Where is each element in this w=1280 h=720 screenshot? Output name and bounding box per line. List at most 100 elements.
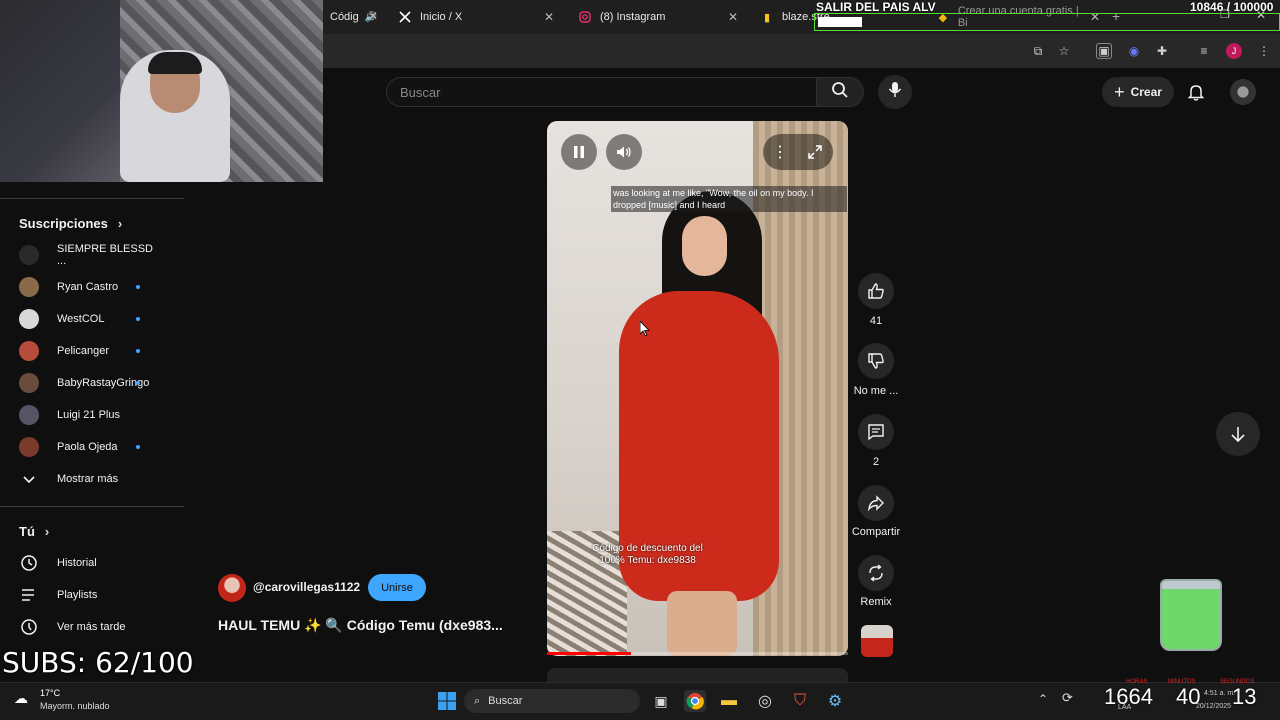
cast-icon[interactable]: ⧉ <box>1030 43 1046 59</box>
webcam-overlay <box>0 0 323 182</box>
sidebar-item-label: Playlists <box>57 589 98 601</box>
close-tab-icon[interactable]: ✕ <box>544 10 554 24</box>
channel-name: Pelicanger <box>57 345 109 357</box>
brave-icon[interactable]: ⛉ <box>789 690 811 712</box>
media-control-icon[interactable]: ≡ <box>1196 43 1212 59</box>
search-button[interactable] <box>816 77 864 107</box>
remix-button[interactable] <box>858 555 894 591</box>
sidebar-item-pelicanger[interactable]: Pelicanger <box>19 339 164 363</box>
plus-icon: + <box>1114 81 1125 102</box>
windows-start-icon[interactable] <box>436 690 458 712</box>
fullscreen-button[interactable] <box>797 134 833 170</box>
new-content-dot <box>136 349 140 353</box>
counter-label-horas: HORAS <box>1126 679 1148 685</box>
avatar <box>19 277 39 297</box>
counter-label-segundos: SEGUNDOS <box>1220 679 1255 685</box>
dislike-button[interactable] <box>858 343 894 379</box>
weather-icon[interactable]: ☁ <box>14 690 28 707</box>
sidebar-item-watch-later[interactable]: Ver más tarde <box>19 615 179 639</box>
steam-icon[interactable]: ⚙ <box>824 690 846 712</box>
video-progress-bar[interactable] <box>547 652 848 655</box>
close-tab-icon[interactable]: ✕ <box>368 9 378 23</box>
stream-goal-fill <box>818 17 862 27</box>
file-explorer-icon[interactable]: ▬ <box>718 690 740 712</box>
share-button[interactable] <box>858 485 894 521</box>
extension-icon[interactable]: ▣ <box>1096 43 1112 59</box>
search-icon: ⌕ <box>474 694 481 707</box>
next-short-preview[interactable] <box>547 668 848 682</box>
dislike-label: No me ... <box>853 385 899 397</box>
language-indicator[interactable]: LAA <box>1118 704 1131 711</box>
comments-button[interactable] <box>858 414 894 450</box>
stream-title: SALIR DEL PAIS ALV <box>816 0 936 14</box>
channel-handle[interactable]: @carovillegas1122 <box>253 580 360 594</box>
create-button[interactable]: + Crear <box>1102 77 1174 107</box>
weather-temp[interactable]: 17°C <box>40 688 60 698</box>
sidebar-item-history[interactable]: Historial <box>19 551 179 575</box>
app-icon[interactable]: ◎ <box>754 690 776 712</box>
volume-button[interactable] <box>606 134 642 170</box>
pause-button[interactable] <box>561 134 597 170</box>
task-view-icon[interactable]: ▣ <box>650 690 672 712</box>
create-label: Crear <box>1130 85 1162 99</box>
show-more-label: Mostrar más <box>57 473 119 485</box>
tab-x[interactable]: Inicio / X ✕ <box>390 4 562 30</box>
account-avatar[interactable] <box>1230 79 1256 105</box>
sidebar-item-babyrastaygringo[interactable]: BabyRastayGringo <box>19 371 164 395</box>
tray-app-icon[interactable]: ⟳ <box>1062 690 1073 706</box>
profile-avatar-icon[interactable]: J <box>1226 43 1242 59</box>
video-overlay-text: Código de descuento del 100% Temu: dxe98… <box>592 543 703 566</box>
history-icon <box>19 553 39 573</box>
tray-chevron-up-icon[interactable]: ⌃ <box>1038 692 1048 706</box>
volume-icon <box>617 146 631 158</box>
new-content-dot <box>136 285 140 289</box>
voice-search-button[interactable] <box>878 75 912 109</box>
new-content-dot <box>136 381 140 385</box>
extensions-puzzle-icon[interactable]: ✚ <box>1154 43 1170 59</box>
show-more-button[interactable]: Mostrar más <box>19 467 179 491</box>
video-title[interactable]: HAUL TEMU ✨ 🔍 Código Temu (dxe983... <box>218 617 538 634</box>
tab-instagram[interactable]: (8) Instagram ✕ <box>570 4 746 30</box>
subscriptions-heading[interactable]: Suscripciones › <box>19 216 122 231</box>
notifications-bell-icon[interactable] <box>1186 82 1206 102</box>
search-input[interactable]: Buscar <box>386 77 816 107</box>
browser-menu-icon[interactable]: ⋮ <box>1256 43 1272 59</box>
microphone-icon <box>888 81 902 104</box>
chevron-down-icon <box>19 469 39 489</box>
clock-time[interactable]: 4:51 a. m. <box>1204 690 1235 697</box>
sound-thumbnail[interactable] <box>861 625 893 657</box>
join-label: Unirse <box>381 581 413 594</box>
clock-date[interactable]: 20/12/2025 <box>1196 703 1231 710</box>
sidebar-divider <box>0 198 184 199</box>
sidebar-item-playlists[interactable]: Playlists <box>19 583 179 607</box>
you-heading[interactable]: Tú › <box>19 524 49 539</box>
search-placeholder: Buscar <box>400 84 441 100</box>
join-button[interactable]: Unirse <box>368 574 426 601</box>
sidebar-item-siempre-blessd[interactable]: SIEMPRE BLESSD ... <box>19 243 164 267</box>
sidebar-item-ryan-castro[interactable]: Ryan Castro <box>19 275 164 299</box>
you-heading-label: Tú <box>19 524 35 539</box>
close-tab-icon[interactable]: ✕ <box>728 10 738 24</box>
channel-name: SIEMPRE BLESSD ... <box>57 243 153 267</box>
like-button[interactable] <box>858 273 894 309</box>
instagram-icon <box>578 10 592 24</box>
more-options-button[interactable]: ⋮ <box>763 134 797 170</box>
taskbar-search-label: Buscar <box>488 695 523 707</box>
new-content-dot <box>136 445 140 449</box>
sidebar-item-luigi-21-plus[interactable]: Luigi 21 Plus <box>19 403 164 427</box>
sidebar-item-paola-ojeda[interactable]: Paola Ojeda <box>19 435 164 459</box>
remix-icon <box>869 564 883 582</box>
avatar <box>19 245 39 265</box>
extension-icon[interactable]: ◉ <box>1126 43 1142 59</box>
recycle-bin-icon <box>1160 579 1222 651</box>
taskbar-search[interactable]: ⌕ Buscar <box>464 689 640 713</box>
next-video-button[interactable] <box>1216 412 1260 456</box>
sidebar-item-westcol[interactable]: WestCOL <box>19 307 164 331</box>
chrome-icon[interactable] <box>684 690 706 712</box>
weather-desc[interactable]: Mayorm. nublado <box>40 701 110 711</box>
counter-label-minutos: MINUTOS <box>1168 679 1196 685</box>
thumbs-up-icon <box>868 283 884 299</box>
avatar <box>19 437 39 457</box>
channel-avatar[interactable] <box>218 574 246 602</box>
bookmark-star-icon[interactable]: ☆ <box>1056 43 1072 59</box>
